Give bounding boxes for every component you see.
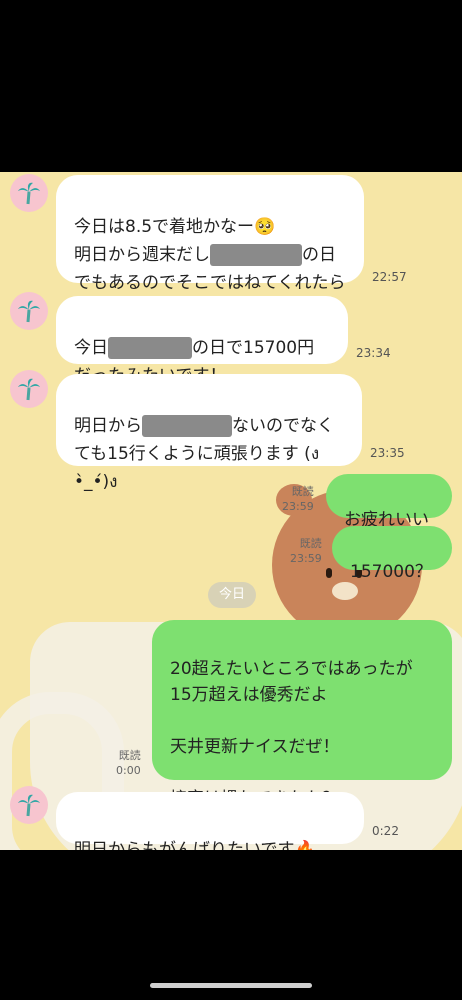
palm-tree-icon <box>18 794 40 817</box>
timestamp: 23:59 <box>282 500 314 513</box>
timestamp: 23:59 <box>290 552 322 565</box>
avatar[interactable] <box>10 174 48 212</box>
read-label: 既読 <box>299 537 322 550</box>
message-bubble-incoming[interactable]: 明日からもがんばりたいです🔥 <box>56 792 364 850</box>
bear-nose <box>332 582 358 600</box>
timestamp: 23:34 <box>356 346 391 360</box>
timestamp: 0:00 <box>116 764 141 777</box>
avatar[interactable] <box>10 786 48 824</box>
avatar[interactable] <box>10 370 48 408</box>
message-text: 今日 <box>74 338 108 358</box>
palm-tree-icon <box>18 182 40 205</box>
palm-tree-icon <box>18 378 40 401</box>
home-indicator[interactable] <box>150 983 312 988</box>
read-label: 既読 <box>291 485 314 498</box>
timestamp: 23:35 <box>370 446 405 460</box>
date-separator: 今日 <box>208 582 256 608</box>
message-bubble-incoming[interactable]: 明日から ないのでなく ても15行くように頑張ります (ง •̀_•́)ง <box>56 374 362 492</box>
redacted-block <box>142 415 232 437</box>
read-receipt: 既読 23:59 <box>290 536 322 566</box>
message-bubble-outgoing[interactable]: 20超えたいところではあったが 15万超えは優秀だよ 天井更新ナイスだぜ！ 接客… <box>152 620 452 809</box>
redacted-block <box>108 337 192 359</box>
avatar[interactable] <box>10 292 48 330</box>
chat-area[interactable]: 今日は8.5で着地かなー🥺 明日から週末だし の日 でもあるのでそこではねてくれた… <box>0 172 462 850</box>
message-bubble-incoming[interactable]: 今日は8.5で着地かなー🥺 明日から週末だし の日 でもあるのでそこではねてくれた… <box>56 175 364 321</box>
palm-tree-icon <box>18 300 40 323</box>
read-receipt: 既読 23:59 <box>282 484 314 514</box>
timestamp: 0:22 <box>372 824 399 838</box>
read-label: 既読 <box>118 749 141 762</box>
bear-eye <box>326 568 332 578</box>
read-receipt: 既読 0:00 <box>116 748 141 778</box>
message-text: 明日から <box>74 416 142 436</box>
message-bubble-outgoing[interactable]: お疲れいい <box>326 474 452 530</box>
timestamp: 22:57 <box>372 270 407 284</box>
message-bubble-outgoing[interactable]: 157000？ <box>332 526 452 582</box>
message-bubble-incoming[interactable]: 今日の日で15700円 だったみたいです！ <box>56 296 348 386</box>
message-text: 157000？ <box>350 562 432 582</box>
redacted-block <box>210 244 302 266</box>
message-text: 明日からもがんばりたいです🔥 <box>74 840 316 850</box>
